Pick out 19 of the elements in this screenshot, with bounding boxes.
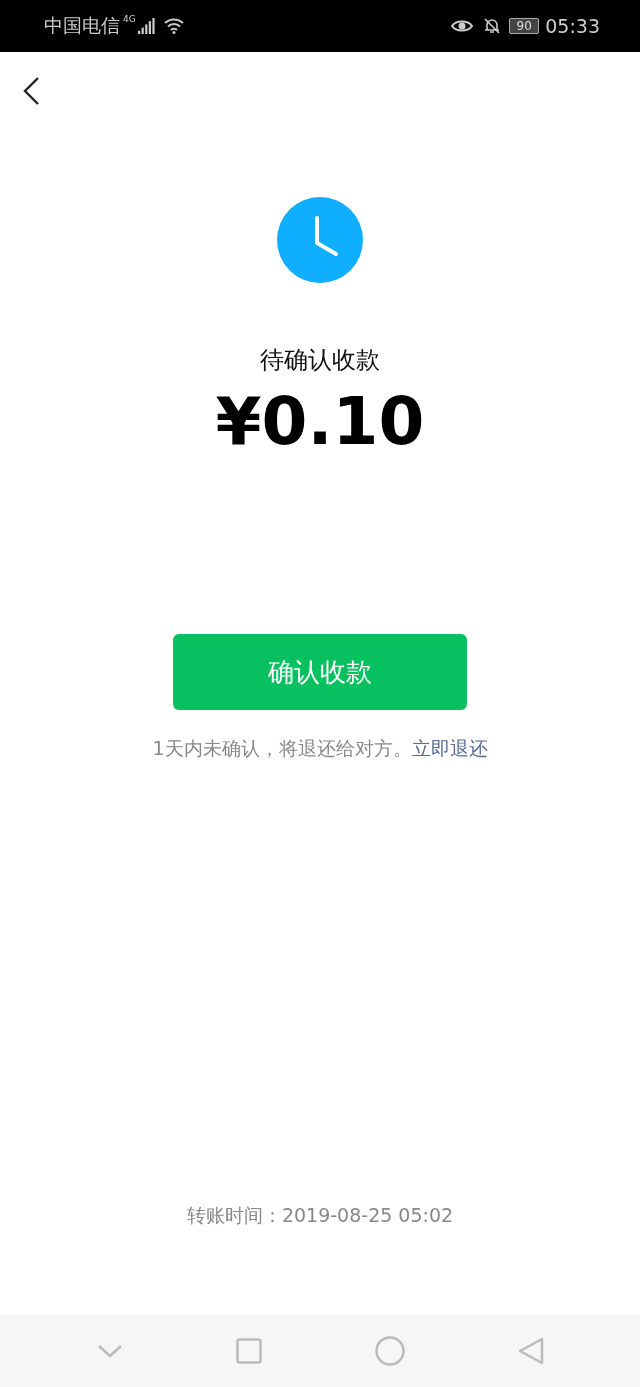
status-title: 待确认收款 bbox=[260, 345, 380, 376]
amount: ¥0.10 bbox=[215, 382, 425, 462]
wifi-icon bbox=[163, 18, 184, 34]
back-triangle-icon[interactable] bbox=[517, 1337, 544, 1365]
eye-icon bbox=[451, 18, 474, 34]
clock-time: 05:33 bbox=[545, 15, 600, 37]
muted-bell-icon bbox=[483, 17, 502, 35]
notice-text: 1天内未确认，将退还给对方。立即退还 bbox=[152, 736, 488, 761]
chevron-down-icon[interactable] bbox=[96, 1344, 123, 1358]
signal-icon bbox=[137, 18, 156, 34]
clock-icon bbox=[276, 196, 364, 284]
battery-icon: 90 bbox=[509, 18, 540, 34]
network-type: 4G bbox=[123, 14, 136, 24]
carrier-name: 中国电信 bbox=[44, 13, 120, 38]
refund-link[interactable]: 立即退还 bbox=[411, 737, 488, 759]
transfer-time: 转账时间：2019-08-25 05:02 bbox=[185, 1203, 455, 1228]
square-icon[interactable] bbox=[235, 1338, 262, 1364]
back-icon[interactable] bbox=[22, 76, 42, 106]
circle-icon[interactable] bbox=[374, 1336, 405, 1366]
